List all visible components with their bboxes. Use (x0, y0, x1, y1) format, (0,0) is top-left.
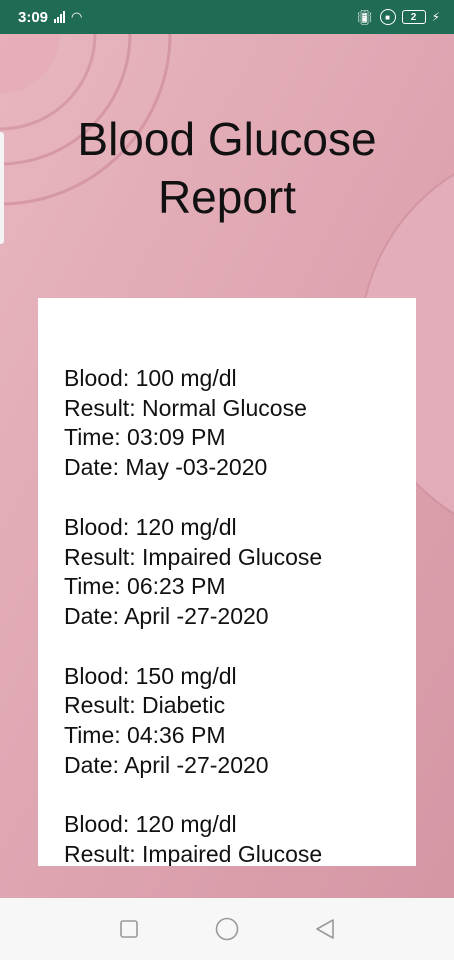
wifi-icon: ◠ (71, 9, 83, 24)
record-date: Date: April -27-2020 (64, 751, 269, 778)
vibrate-icon: 📳︎ (355, 8, 374, 25)
record-item: Blood: 120 mg/dl Result: Impaired Glucos… (64, 513, 416, 632)
record-result: Result: Impaired Glucose (64, 841, 323, 866)
record-date: Date: April -27-2020 (64, 602, 269, 629)
navigation-bar (0, 898, 454, 960)
record-time: Time: 03:09 PM (64, 424, 226, 451)
record-item: Blood: 150 mg/dl Result: Diabetic Time: … (64, 662, 416, 781)
record-blood: Blood: 120 mg/dl (64, 513, 237, 540)
record-result: Result: Normal Glucose (64, 394, 307, 421)
page-title: Blood Glucose Report (77, 113, 377, 223)
signal-icon (54, 11, 66, 23)
report-card[interactable]: Blood: 100 mg/dl Result: Normal Glucose … (38, 298, 416, 866)
status-time: 3:09 (18, 8, 49, 26)
battery-level: 2 (410, 11, 417, 23)
record-blood: Blood: 100 mg/dl (64, 365, 237, 391)
recents-icon (120, 920, 138, 938)
record-item: Blood: 100 mg/dl Result: Normal Glucose … (64, 364, 416, 483)
recents-button[interactable] (109, 909, 149, 949)
battery-icon: 2 (401, 10, 426, 24)
charging-icon: ⚡︎ (431, 10, 440, 24)
lock-rotation-icon: ■ (379, 9, 396, 25)
record-date: Date: May -03-2020 (64, 454, 268, 481)
record-time: Time: 06:23 PM (64, 573, 226, 600)
home-icon (215, 917, 239, 941)
record-blood: Blood: 120 mg/dl (64, 811, 237, 838)
record-result: Result: Diabetic (64, 692, 226, 719)
record-list: Blood: 100 mg/dl Result: Normal Glucose … (38, 298, 416, 866)
back-icon (316, 919, 334, 939)
status-bar: 3:09 ◠ 📳︎ ■ 2 ⚡︎ (0, 0, 454, 34)
record-item: Blood: 120 mg/dl Result: Impaired Glucos… (64, 810, 416, 866)
record-result: Result: Impaired Glucose (64, 543, 323, 570)
back-button[interactable] (305, 909, 345, 949)
record-time: Time: 04:36 PM (64, 722, 226, 749)
record-blood: Blood: 150 mg/dl (64, 662, 237, 689)
home-button[interactable] (207, 909, 247, 949)
